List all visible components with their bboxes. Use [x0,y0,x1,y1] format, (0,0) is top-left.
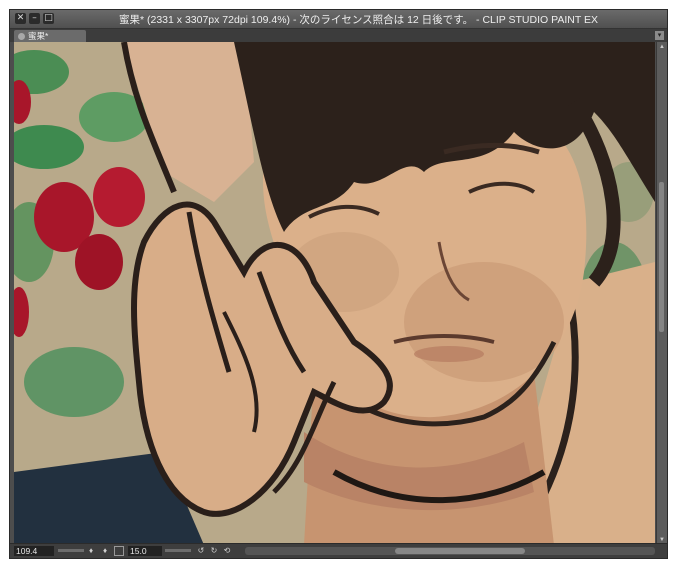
app-window: ✕ – □ 蜜果* (2331 x 3307px 72dpi 109.4%) -… [9,9,668,559]
title-bar[interactable]: ✕ – □ 蜜果* (2331 x 3307px 72dpi 109.4%) -… [10,10,667,29]
vertical-scrollbar[interactable]: ▲ ▼ [656,42,667,545]
horizontal-scrollbar[interactable] [245,547,655,555]
document-tab-bar: 蜜果* ▾ [10,29,667,42]
reset-rotation-icon[interactable]: ⟲ [222,546,232,556]
painting-artwork [14,42,655,545]
navigator-icon[interactable]: ♦ [86,546,96,556]
close-window-button[interactable]: ✕ [15,13,26,24]
drawing-canvas[interactable] [14,42,655,545]
document-tab-label: 蜜果* [28,31,49,41]
horizontal-scroll-thumb[interactable] [395,548,525,554]
rotate-left-icon[interactable]: ↺ [196,546,206,556]
maximize-window-button[interactable]: □ [43,13,54,24]
tab-close-icon[interactable] [18,33,25,40]
scroll-up-icon[interactable]: ▲ [658,43,666,51]
document-tab[interactable]: 蜜果* [14,30,86,42]
rotation-angle-field[interactable]: 15.0 [128,546,162,556]
zoom-slider[interactable] [58,549,84,552]
vertical-scroll-thumb[interactable] [659,182,664,332]
lock-icon[interactable]: ♦ [100,546,110,556]
zoom-field[interactable]: 109.4 [14,546,54,556]
rotation-slider[interactable] [165,549,191,552]
status-bar: 109.4 ♦ ♦ 15.0 ↺ ↻ ⟲ [10,543,667,558]
minimize-window-button[interactable]: – [29,13,40,24]
rotate-right-icon[interactable]: ↻ [209,546,219,556]
tab-scroll-icon[interactable]: ▾ [655,31,664,40]
window-title: 蜜果* (2331 x 3307px 72dpi 109.4%) - 次のライセ… [119,14,598,26]
flip-icon[interactable] [114,546,124,556]
